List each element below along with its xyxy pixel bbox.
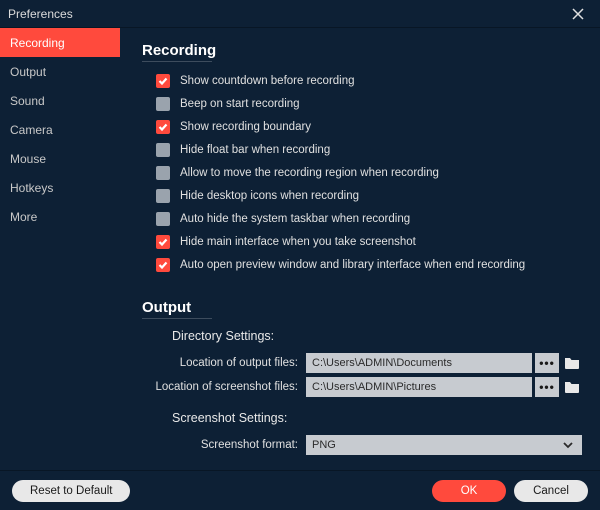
sidebar: Recording Output Sound Camera Mouse Hotk…: [0, 28, 120, 470]
divider: [142, 318, 212, 319]
body: Recording Output Sound Camera Mouse Hotk…: [0, 28, 600, 470]
section-title-recording: Recording: [142, 42, 582, 59]
close-icon: [571, 7, 585, 21]
checkbox-label: Hide float bar when recording: [180, 141, 330, 159]
sidebar-item-label: More: [10, 210, 37, 224]
sidebar-item-label: Hotkeys: [10, 181, 53, 195]
divider: [142, 61, 212, 62]
footer: Reset to Default OK Cancel: [0, 470, 600, 510]
checkbox[interactable]: [156, 166, 170, 180]
recording-option-row: Auto hide the system taskbar when record…: [156, 210, 582, 228]
close-button[interactable]: [564, 0, 592, 28]
sidebar-item-output[interactable]: Output: [0, 57, 120, 86]
sub-title-directory: Directory Settings:: [172, 329, 582, 343]
folder-icon: [564, 380, 580, 394]
screenshot-format-value: PNG: [312, 439, 336, 451]
checkbox-label: Hide main interface when you take screen…: [180, 233, 416, 251]
sub-title-screenshot: Screenshot Settings:: [172, 411, 582, 425]
screenshot-files-input[interactable]: [306, 377, 532, 397]
output-files-input[interactable]: [306, 353, 532, 373]
checkbox-label: Show countdown before recording: [180, 72, 355, 90]
cancel-button[interactable]: Cancel: [514, 480, 588, 502]
chevron-down-icon: [562, 439, 574, 451]
sidebar-item-label: Sound: [10, 94, 45, 108]
checkbox[interactable]: [156, 143, 170, 157]
checkbox[interactable]: [156, 212, 170, 226]
sidebar-item-more[interactable]: More: [0, 202, 120, 231]
recording-option-row: Allow to move the recording region when …: [156, 164, 582, 182]
checkbox[interactable]: [156, 189, 170, 203]
section-title-output: Output: [142, 299, 582, 316]
checkmark-icon: [158, 237, 168, 247]
checkbox-label: Beep on start recording: [180, 95, 300, 113]
checkmark-icon: [158, 122, 168, 132]
sidebar-item-label: Camera: [10, 123, 53, 137]
screenshot-files-label: Location of screenshot files:: [142, 381, 306, 393]
recording-option-row: Hide desktop icons when recording: [156, 187, 582, 205]
footer-right: OK Cancel: [432, 480, 588, 502]
sidebar-item-sound[interactable]: Sound: [0, 86, 120, 115]
ellipsis-icon: •••: [539, 381, 555, 393]
folder-icon: [564, 356, 580, 370]
output-files-row: Location of output files: •••: [142, 353, 582, 373]
ok-button[interactable]: OK: [432, 480, 506, 502]
checkmark-icon: [158, 76, 168, 86]
checkbox-label: Hide desktop icons when recording: [180, 187, 359, 205]
screenshot-format-label: Screenshot format:: [142, 439, 306, 451]
checkbox-label: Show recording boundary: [180, 118, 311, 136]
sidebar-item-hotkeys[interactable]: Hotkeys: [0, 173, 120, 202]
checkbox-label: Auto open preview window and library int…: [180, 256, 525, 274]
checkbox-label: Auto hide the system taskbar when record…: [180, 210, 410, 228]
main-panel: Recording Show countdown before recordin…: [120, 28, 600, 470]
output-files-label: Location of output files:: [142, 357, 306, 369]
recording-option-row: Auto open preview window and library int…: [156, 256, 582, 274]
recording-option-row: Show recording boundary: [156, 118, 582, 136]
sidebar-item-label: Recording: [10, 36, 65, 50]
recording-option-row: Show countdown before recording: [156, 72, 582, 90]
recording-option-row: Hide main interface when you take screen…: [156, 233, 582, 251]
checkbox-label: Allow to move the recording region when …: [180, 164, 439, 182]
button-label: Cancel: [533, 485, 569, 497]
reset-to-default-button[interactable]: Reset to Default: [12, 480, 130, 502]
main-scroll[interactable]: Recording Show countdown before recordin…: [120, 28, 600, 470]
sidebar-item-label: Mouse: [10, 152, 46, 166]
preferences-window: Preferences Recording Output Sound Camer…: [0, 0, 600, 510]
browse-screenshot-button[interactable]: •••: [535, 377, 559, 397]
recording-option-row: Hide float bar when recording: [156, 141, 582, 159]
checkbox[interactable]: [156, 74, 170, 88]
sidebar-item-label: Output: [10, 65, 46, 79]
recording-option-row: Beep on start recording: [156, 95, 582, 113]
ellipsis-icon: •••: [539, 357, 555, 369]
titlebar: Preferences: [0, 0, 600, 28]
checkbox[interactable]: [156, 120, 170, 134]
browse-output-button[interactable]: •••: [535, 353, 559, 373]
screenshot-format-select[interactable]: PNG: [306, 435, 582, 455]
button-label: OK: [461, 485, 478, 497]
sidebar-item-camera[interactable]: Camera: [0, 115, 120, 144]
button-label: Reset to Default: [30, 485, 112, 497]
screenshot-files-row: Location of screenshot files: •••: [142, 377, 582, 397]
window-title: Preferences: [8, 7, 73, 21]
open-screenshot-folder-button[interactable]: [562, 377, 582, 397]
screenshot-format-row: Screenshot format: PNG: [142, 435, 582, 455]
checkbox[interactable]: [156, 235, 170, 249]
open-output-folder-button[interactable]: [562, 353, 582, 373]
sidebar-item-recording[interactable]: Recording: [0, 28, 120, 57]
checkbox[interactable]: [156, 97, 170, 111]
checkmark-icon: [158, 260, 168, 270]
checkbox[interactable]: [156, 258, 170, 272]
sidebar-item-mouse[interactable]: Mouse: [0, 144, 120, 173]
